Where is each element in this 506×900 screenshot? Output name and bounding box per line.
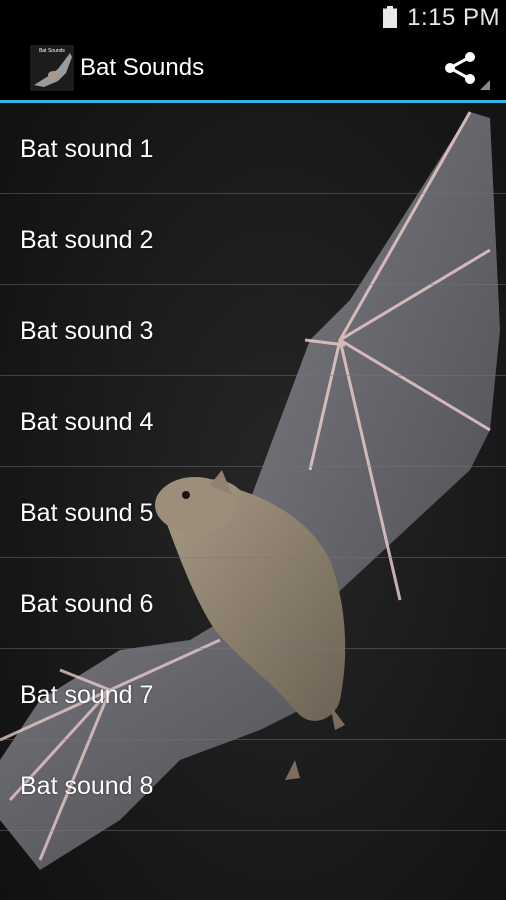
list-item-sound-7[interactable]: Bat sound 7: [0, 649, 506, 740]
action-bar: Bat Sounds Bat Sounds: [0, 36, 506, 100]
bat-app-icon[interactable]: Bat Sounds: [30, 45, 74, 91]
list-item-label: Bat sound 1: [20, 135, 154, 163]
battery-full-icon: [383, 6, 397, 28]
page-title: Bat Sounds: [80, 54, 205, 81]
action-bar-divider: [0, 100, 506, 103]
list-item-sound-2[interactable]: Bat sound 2: [0, 194, 506, 285]
list-item-label: Bat sound 2: [20, 226, 154, 254]
list-item-label: Bat sound 4: [20, 408, 154, 436]
list-item-label: Bat sound 7: [20, 681, 154, 709]
sound-list: Bat sound 1 Bat sound 2 Bat sound 3 Bat …: [0, 103, 506, 831]
list-item-sound-3[interactable]: Bat sound 3: [0, 285, 506, 376]
list-item-sound-4[interactable]: Bat sound 4: [0, 376, 506, 467]
list-item-label: Bat sound 8: [20, 772, 154, 800]
list-item-sound-8[interactable]: Bat sound 8: [0, 740, 506, 831]
list-item-sound-1[interactable]: Bat sound 1: [0, 103, 506, 194]
list-item-label: Bat sound 6: [20, 590, 154, 618]
list-item-label: Bat sound 5: [20, 499, 154, 527]
list-item-label: Bat sound 3: [20, 317, 154, 345]
screen: 1:15 PM Bat Sounds Bat Sounds Bat sound …: [0, 0, 506, 900]
app-icon-text: Bat Sounds: [39, 48, 65, 54]
list-item-sound-6[interactable]: Bat sound 6: [0, 558, 506, 649]
share-icon[interactable]: [442, 50, 492, 92]
status-bar: 1:15 PM: [0, 0, 506, 36]
status-time: 1:15 PM: [407, 4, 500, 31]
list-item-sound-5[interactable]: Bat sound 5: [0, 467, 506, 558]
